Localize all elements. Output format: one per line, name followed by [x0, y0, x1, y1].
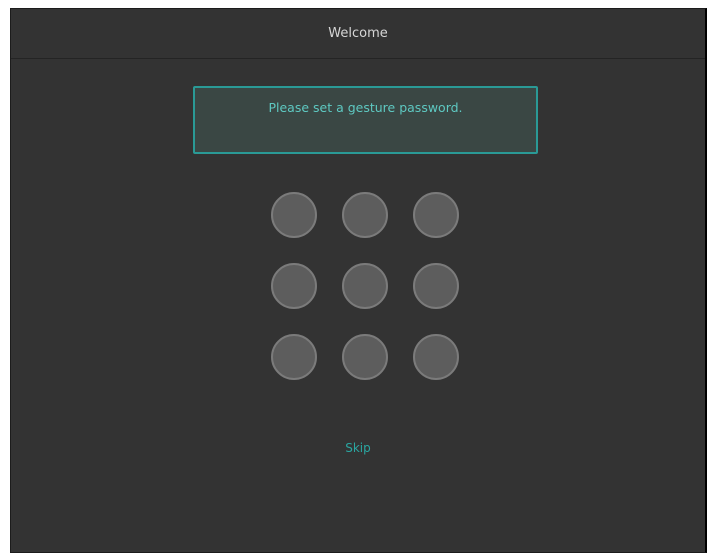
gesture-dot-6[interactable]	[413, 263, 459, 309]
gesture-dot-7[interactable]	[271, 334, 317, 380]
gesture-dot-2[interactable]	[342, 192, 388, 238]
gesture-dot-8[interactable]	[342, 334, 388, 380]
window-title: Welcome	[11, 9, 705, 59]
gesture-dot-4[interactable]	[271, 263, 317, 309]
gesture-dot-3[interactable]	[413, 192, 459, 238]
gesture-prompt-text: Please set a gesture password.	[268, 100, 463, 115]
gesture-pattern-grid[interactable]	[271, 192, 461, 382]
skip-link[interactable]: Skip	[11, 441, 705, 455]
gesture-dot-9[interactable]	[413, 334, 459, 380]
gesture-dot-5[interactable]	[342, 263, 388, 309]
gesture-prompt-box: Please set a gesture password.	[193, 86, 538, 154]
welcome-window: Welcome Please set a gesture password. S…	[10, 8, 707, 553]
gesture-dot-1[interactable]	[271, 192, 317, 238]
